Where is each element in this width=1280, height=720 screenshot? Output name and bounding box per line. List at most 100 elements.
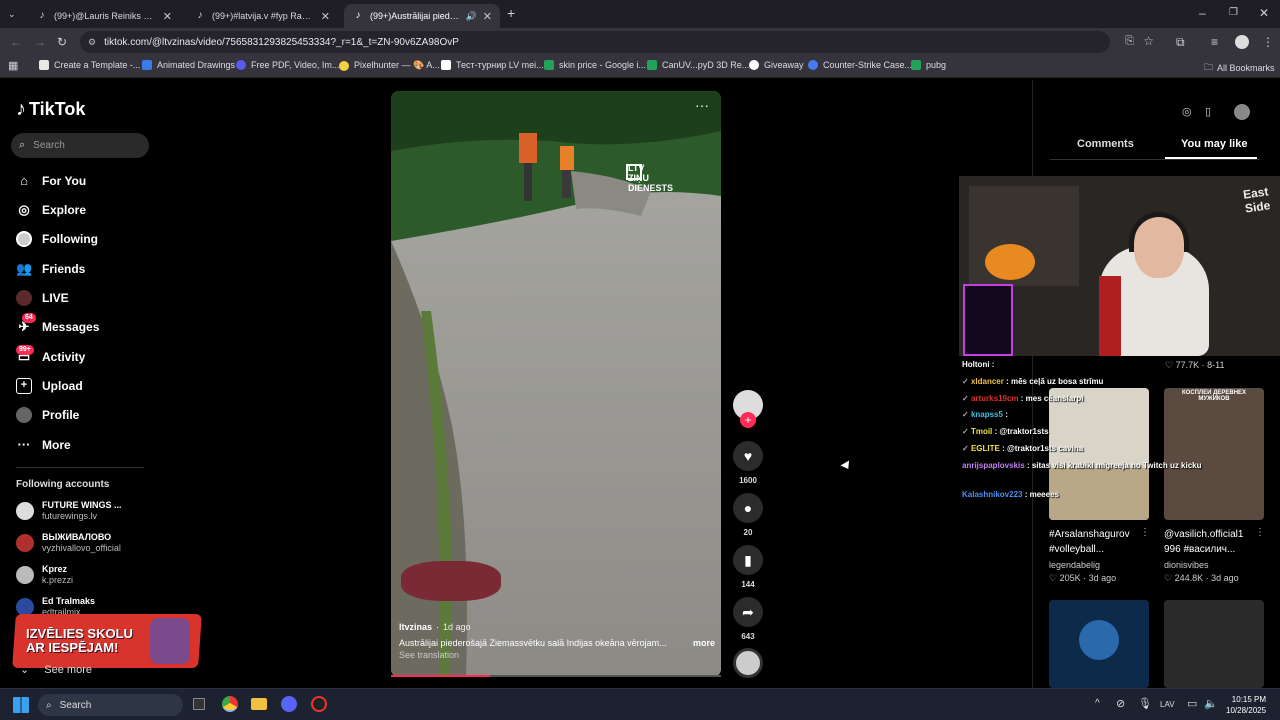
creator-avatar-button[interactable]: + — [733, 390, 763, 436]
keyboard-language[interactable]: LAV — [1160, 700, 1175, 709]
discord-icon[interactable] — [281, 696, 297, 712]
bookmark-item[interactable]: pubg — [911, 60, 946, 70]
nav-upload[interactable]: + Upload — [16, 378, 83, 394]
card-more-icon[interactable]: ⋮ — [1140, 527, 1150, 538]
video-thumbnail[interactable] — [1049, 388, 1149, 520]
bookmark-star-icon[interactable]: ☆ — [1143, 34, 1154, 48]
bookmark-item[interactable]: Create a Template -... — [39, 60, 140, 70]
tab-comments[interactable]: Comments — [1077, 138, 1134, 150]
video-progress-bar[interactable] — [391, 675, 721, 677]
bookmark-favicon — [911, 60, 921, 70]
url-field[interactable]: ⚙ tiktok.com/@ltvzinas/video/75658312938… — [80, 31, 1154, 53]
save-button[interactable]: ▮ 144 — [733, 545, 763, 589]
account-name: ВЫЖИВАЛОВО — [42, 532, 112, 542]
video-thumbnail[interactable]: КОСПЛЕИ ДЕРЕВНЕХ МУЖИКОВ — [1164, 388, 1264, 520]
coin-icon[interactable]: ◎ — [1182, 105, 1192, 118]
task-view-icon[interactable] — [193, 698, 205, 710]
new-tab-button[interactable]: + — [507, 6, 515, 20]
extensions-icon[interactable]: ⧉ — [1176, 35, 1185, 49]
card-likes: 244.8K — [1174, 573, 1204, 583]
browser-menu-icon[interactable]: ⋮ — [1262, 35, 1274, 49]
tab-you-may-like[interactable]: You may like — [1181, 138, 1247, 150]
all-bookmarks[interactable]: 🗀 All Bookmarks — [1204, 60, 1275, 76]
media-icon[interactable]: ≡ — [1211, 35, 1218, 49]
video-thumbnail[interactable] — [1049, 600, 1149, 688]
taskbar-clock[interactable]: 10:15 PM 10/28/2025 — [1226, 694, 1266, 716]
minimize-button[interactable]: – — [1199, 6, 1206, 20]
nav-messages[interactable]: ✈ 64 Messages — [16, 313, 99, 335]
following-account[interactable]: FUTURE WINGS ... futurewings.lv — [16, 500, 122, 522]
card-more-icon[interactable]: ⋮ — [1255, 527, 1265, 538]
nav-activity[interactable]: ▭ 99+ Activity — [16, 345, 85, 365]
forward-icon[interactable]: → — [34, 35, 46, 49]
site-info-icon[interactable]: ⚙ — [88, 37, 96, 48]
comment-button[interactable]: ● 20 — [733, 493, 763, 537]
volume-icon[interactable]: 🔈 — [1204, 697, 1218, 710]
audio-icon[interactable]: 🔊 — [466, 11, 477, 22]
back-icon[interactable]: ← — [10, 35, 22, 49]
close-window-button[interactable]: ✕ — [1259, 6, 1269, 20]
bookmark-item[interactable]: Pixelhunter — 🎨 A... — [339, 60, 440, 71]
search-input[interactable]: ⌕ Search — [11, 133, 149, 158]
like-button[interactable]: ♥ 1600 — [733, 441, 763, 485]
bookmark-item[interactable]: Counter-Strike Case... — [808, 60, 912, 70]
nav-more[interactable]: ··· More — [16, 437, 71, 453]
device-icon[interactable]: ▯ — [1205, 105, 1211, 118]
share-button[interactable]: ➦ 643 — [733, 597, 763, 641]
install-icon[interactable]: ⎘ — [1125, 35, 1134, 48]
file-explorer-icon[interactable] — [251, 698, 267, 710]
network-off-icon[interactable]: ⊘ — [1116, 697, 1125, 710]
app-icon[interactable] — [311, 696, 327, 712]
bookmark-item[interactable]: Free PDF, Video, Im... — [236, 60, 339, 70]
apps-icon[interactable]: ▦ — [8, 59, 18, 73]
card-caption[interactable]: #Arsalanshagurov #volleyball... — [1049, 527, 1144, 557]
bookmark-item[interactable]: Animated Drawings — [142, 60, 235, 70]
video-more-options-icon[interactable]: ··· — [695, 97, 709, 113]
display-icon[interactable]: ▭ — [1187, 697, 1197, 710]
follow-plus-icon[interactable]: + — [740, 412, 756, 428]
close-tab-icon[interactable]: ✕ — [163, 10, 172, 23]
tab-search-icon[interactable]: ⌄ — [8, 7, 16, 21]
chrome-icon[interactable] — [222, 696, 238, 712]
following-account[interactable]: ВЫЖИВАЛОВО vyzhivallovo_official — [16, 532, 121, 554]
maximize-button[interactable]: ❐ — [1229, 6, 1238, 20]
nav-following[interactable]: Following — [16, 231, 98, 247]
search-icon: ⌕ — [46, 699, 52, 711]
reload-icon[interactable]: ↻ — [57, 35, 67, 49]
following-account[interactable]: Kprez k.prezzi — [16, 564, 73, 586]
sound-disc-button[interactable] — [733, 648, 763, 678]
tiktok-favicon: ♪ — [39, 10, 45, 21]
card-caption[interactable]: @vasilich.official1 996 #василич... — [1164, 527, 1256, 557]
close-tab-icon[interactable]: ✕ — [321, 10, 330, 23]
browser-tab-active[interactable]: ♪ (99+)Austrālijai piederošajā 🔊 ✕ — [344, 4, 500, 28]
card-username[interactable]: dionisvibes — [1164, 560, 1209, 570]
profile-avatar[interactable] — [1235, 35, 1249, 49]
see-more-link[interactable]: ⌄ See more — [20, 663, 92, 676]
bookmark-favicon — [544, 60, 554, 70]
video-author[interactable]: ltvzinas — [399, 622, 432, 632]
nav-profile[interactable]: Profile — [16, 407, 79, 423]
browser-tab-1[interactable]: ♪ (99+)@Lauris Reiniks #tommyc ✕ — [28, 4, 180, 28]
nav-for-you[interactable]: ⌂ For You — [16, 173, 86, 189]
bookmark-item[interactable]: Giveaway — [749, 60, 804, 70]
nav-explore[interactable]: ◎ Explore — [16, 202, 86, 218]
browser-tab-2[interactable]: ♪ (99+)#latvija.v #fyp Rakstiet ko ✕ — [186, 4, 338, 28]
windows-start-icon[interactable] — [13, 697, 29, 713]
tray-chevron-icon[interactable]: ^ — [1095, 698, 1100, 709]
bookmark-item[interactable]: skin price - Google i... — [544, 60, 646, 70]
see-translation-link[interactable]: See translation — [399, 650, 715, 660]
microphone-icon[interactable]: 🎙 — [1138, 697, 1152, 710]
nav-label: Following — [42, 232, 98, 246]
bookmark-item[interactable]: Тест-турнир LV mei... — [441, 60, 544, 70]
card-username[interactable]: legendabelig — [1049, 560, 1100, 570]
nav-live[interactable]: LIVE — [16, 290, 69, 306]
video-thumbnail[interactable] — [1164, 600, 1264, 688]
video-player[interactable]: LTV ZIŅU DIENESTS ··· — [391, 91, 721, 677]
nav-friends[interactable]: 👥 Friends — [16, 261, 85, 277]
taskbar-search[interactable]: ⌕ Search — [38, 694, 183, 716]
close-tab-icon[interactable]: ✕ — [483, 10, 492, 23]
caption-more-link[interactable]: more — [693, 638, 715, 648]
bookmark-item[interactable]: CanUV...pyD 3D Re... — [647, 60, 749, 70]
tiktok-logo[interactable]: ♪ TikTok — [16, 98, 85, 121]
user-avatar[interactable] — [1234, 104, 1250, 120]
